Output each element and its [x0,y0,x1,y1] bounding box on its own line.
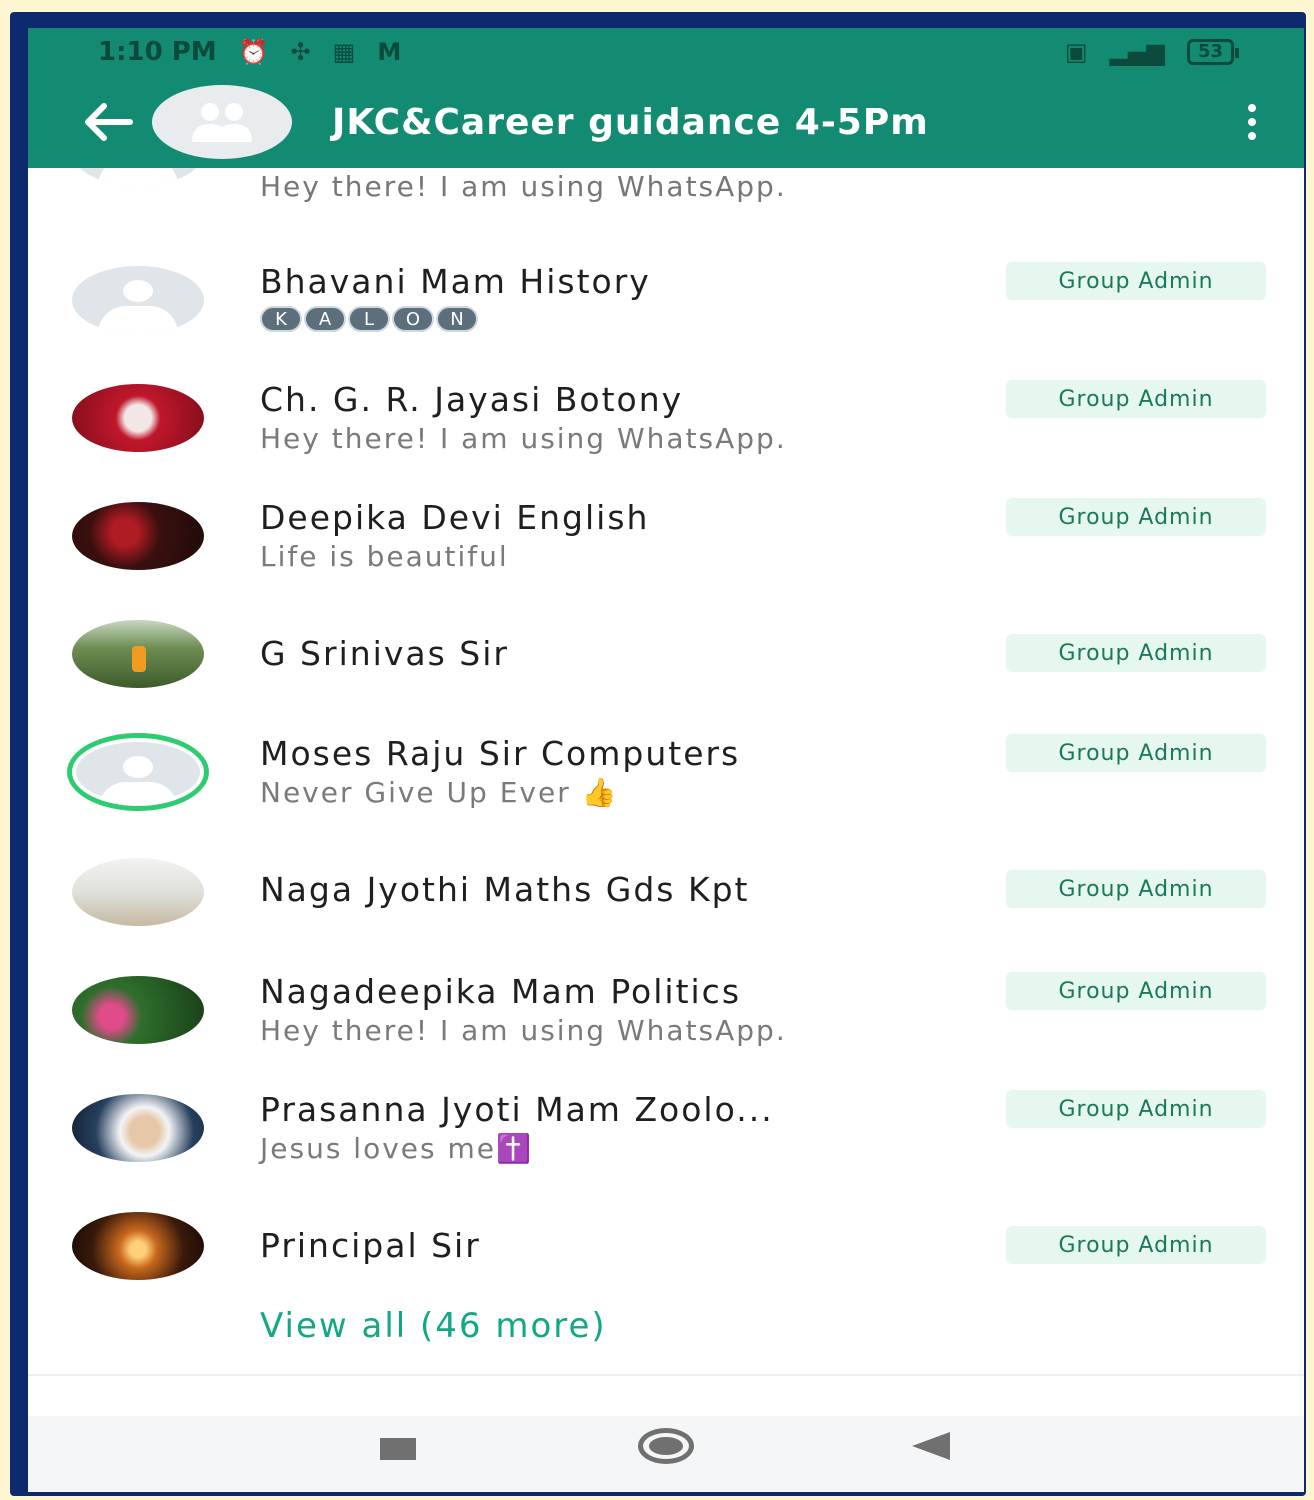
nfc-icon: ▣ [1064,38,1088,66]
group-admin-badge: Group Admin [1006,1090,1266,1128]
kalon-letter: N [436,306,478,332]
gmail-icon: M [377,38,402,66]
group-avatar[interactable] [152,85,292,159]
group-admin-badge: Group Admin [1006,972,1266,1010]
system-nav-bar [28,1416,1304,1492]
avatar [72,384,204,452]
kalon-badges: K A L O N [260,306,478,332]
member-name: Prasanna Jyoti Mam Zoolo... [260,1090,774,1129]
group-admin-badge: Group Admin [1006,1226,1266,1264]
back-triangle-icon[interactable] [912,1432,950,1460]
recents-square-icon[interactable] [380,1438,416,1460]
kalon-letter: L [348,306,390,332]
member-about: Never Give Up Ever 👍 [260,776,619,809]
member-row[interactable]: Deepika Devi English Life is beautiful G… [28,454,1304,573]
group-admin-badge: Group Admin [1006,870,1266,908]
member-row[interactable]: Ch. G. R. Jayasi Botony Hey there! I am … [28,336,1304,455]
news-icon: ▦ [332,38,356,66]
status-bar: 1:10 PM ⏰ ✣ ▦ M ▣ ▂▄▆ 53 [28,28,1304,76]
kalon-letter: A [304,306,346,332]
more-vert-icon[interactable] [1240,104,1264,140]
avatar [72,502,204,570]
member-about: Life is beautiful [260,540,509,573]
kalon-letter: K [260,306,302,332]
avatar [72,858,204,926]
member-name: Moses Raju Sir Computers [260,734,741,773]
member-name: Principal Sir [260,1226,481,1265]
member-about: Hey there! I am using WhatsApp. [260,422,787,455]
member-name: Ch. G. R. Jayasi Botony [260,380,684,419]
member-name: G Srinivas Sir [260,634,509,673]
avatar [72,738,204,806]
pinwheel-icon: ✣ [290,38,311,66]
signal-icon: ▂▄▆ [1109,38,1165,66]
group-admin-badge: Group Admin [1006,262,1266,300]
member-name: Naga Jyothi Maths Gds Kpt [260,870,750,909]
group-title[interactable]: JKC&Career guidance 4-5Pm [332,102,929,143]
member-row[interactable]: Principal Sir Group Admin [28,1164,1304,1282]
battery-icon: 53 [1186,39,1240,65]
member-name: Deepika Devi English [260,498,650,537]
alarm-icon: ⏰ [238,38,269,66]
toolbar: JKC&Career guidance 4-5Pm [28,80,1304,164]
kalon-letter: O [392,306,434,332]
avatar [72,266,204,334]
member-about: Hey there! I am using WhatsApp. [260,1014,787,1047]
avatar [72,1212,204,1280]
group-admin-badge: Group Admin [1006,498,1266,536]
member-about: Hey there! I am using WhatsApp. [260,170,787,203]
home-circle-icon[interactable] [638,1428,694,1464]
group-admin-badge: Group Admin [1006,380,1266,418]
app-bar: 1:10 PM ⏰ ✣ ▦ M ▣ ▂▄▆ 53 JKC&Career guid… [28,28,1304,168]
member-name: Bhavani Mam History [260,262,651,301]
view-all-link[interactable]: View all (46 more) [260,1306,607,1346]
status-time: 1:10 PM [98,37,217,67]
member-row[interactable]: G Srinivas Sir Group Admin [28,572,1304,690]
group-admin-badge: Group Admin [1006,634,1266,672]
group-icon [192,103,252,142]
avatar [72,620,204,688]
avatar [72,976,204,1044]
avatar [72,1094,204,1162]
back-arrow-icon[interactable] [80,94,136,150]
member-row[interactable]: Bhavani Mam History K A L O N Group Admi… [28,218,1304,336]
divider [28,1374,1304,1376]
member-about: Jesus loves me✝️ [260,1132,533,1165]
phone-screen: 1:10 PM ⏰ ✣ ▦ M ▣ ▂▄▆ 53 JKC&Career guid… [28,28,1304,1492]
group-admin-badge: Group Admin [1006,734,1266,772]
member-row[interactable]: Moses Raju Sir Computers Never Give Up E… [28,690,1304,810]
member-row-partial[interactable]: Hey there! I am using WhatsApp. [28,168,1304,218]
avatar [72,168,204,186]
member-row[interactable]: Prasanna Jyoti Mam Zoolo... Jesus loves … [28,1046,1304,1165]
member-name: Nagadeepika Mam Politics [260,972,742,1011]
member-row[interactable]: Nagadeepika Mam Politics Hey there! I am… [28,928,1304,1047]
